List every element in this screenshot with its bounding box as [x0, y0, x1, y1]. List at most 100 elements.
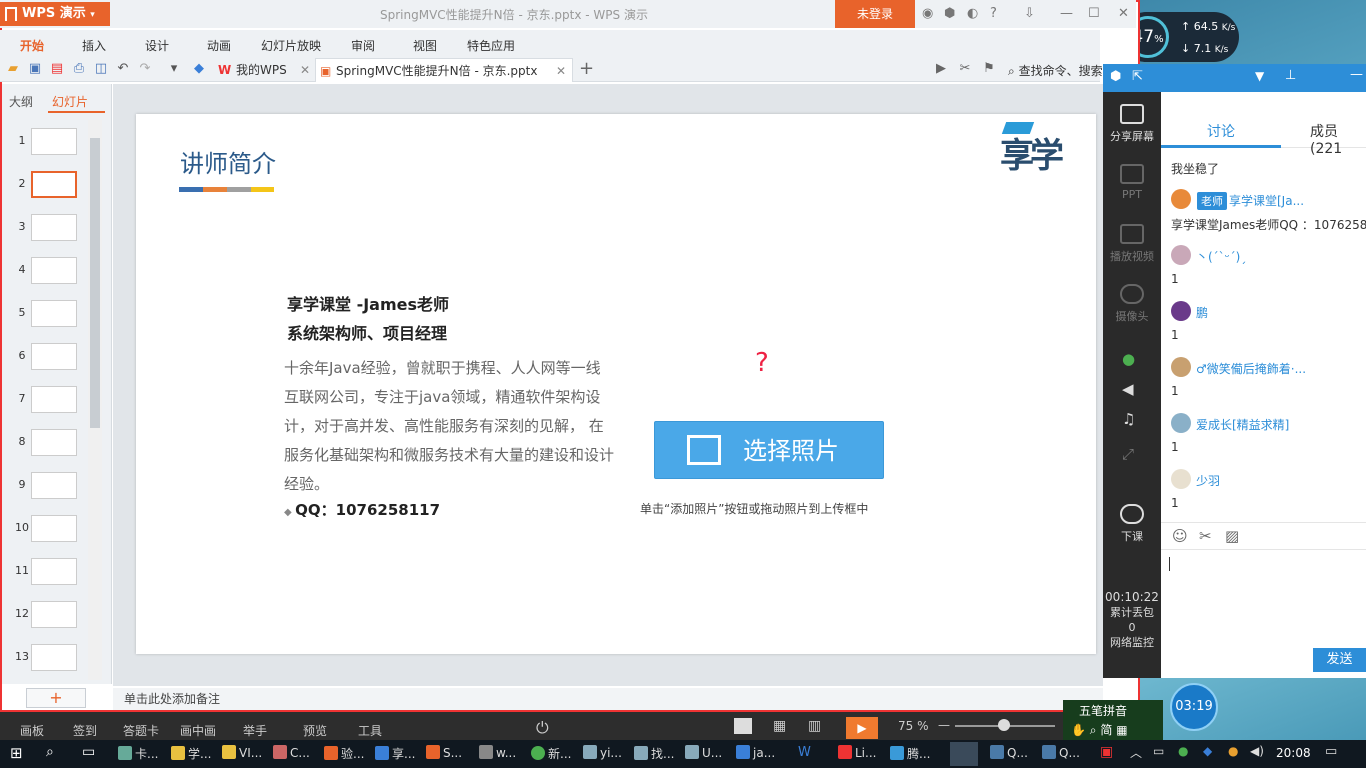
scissors-icon[interactable]: ✂ [1199, 527, 1212, 545]
share-screen-button[interactable]: 分享屏幕 [1103, 104, 1161, 144]
flag-icon[interactable]: ⚑ [981, 61, 997, 77]
notification-icon[interactable]: ▭ [1325, 744, 1337, 759]
shield-icon[interactable]: ◆ [1203, 744, 1212, 758]
microphone-icon[interactable]: ● [1122, 350, 1135, 368]
new-tab-icon[interactable]: + [579, 58, 594, 79]
tab-outline[interactable]: 大纲 [9, 93, 33, 110]
emoji-icon[interactable]: ☺ [1172, 527, 1188, 545]
status-item-pip[interactable]: 画中画 [180, 722, 216, 739]
taskbar-app[interactable]: S... [426, 745, 462, 760]
slide-thumbnail[interactable] [31, 386, 77, 413]
taskbar-app[interactable]: 找... [634, 745, 674, 762]
search-command[interactable]: ⌕ 查找命令、搜索 [1008, 62, 1103, 79]
slide-thumbnail[interactable] [31, 472, 77, 499]
chat-username[interactable]: 享学课堂[Ja... [1229, 192, 1304, 209]
chat-username[interactable]: 丶(ˊ`ᵕˊ)ˏ [1196, 248, 1246, 265]
menu-insert[interactable]: 插入 [82, 37, 106, 54]
zoom-slider-handle[interactable] [998, 719, 1010, 731]
fullscreen-icon[interactable]: ⤢ [1122, 445, 1134, 463]
download-icon[interactable]: ⇩ [1024, 6, 1035, 21]
tray-app-icon[interactable]: ● [1178, 744, 1188, 758]
menu-review[interactable]: 审阅 [351, 37, 375, 54]
slide-thumbnail[interactable] [31, 214, 77, 241]
taskbar-app[interactable]: Li... [838, 745, 876, 760]
share-out-icon[interactable]: ⇱ [1132, 69, 1143, 84]
minimize-icon[interactable]: — [1060, 6, 1073, 21]
chat-input[interactable] [1161, 551, 1366, 646]
slide-thumbnail[interactable] [31, 343, 77, 370]
status-item-tools[interactable]: 工具 [358, 722, 382, 739]
taskbar-app[interactable]: ja... [736, 745, 775, 760]
tab-document[interactable]: ▣ SpringMVC性能提升N倍 - 京东.pptx ✕ [315, 58, 573, 82]
menu-special[interactable]: 特色应用 [467, 37, 515, 54]
tray-expand-icon[interactable]: ︿ [1130, 744, 1142, 761]
volume-icon[interactable]: ◀) [1250, 744, 1264, 758]
avatar[interactable] [1171, 413, 1191, 433]
pin-icon[interactable]: ⊥ [1285, 68, 1296, 83]
login-button[interactable]: 未登录 [835, 0, 915, 28]
end-class-button[interactable]: 下课 [1103, 504, 1161, 544]
slide-thumbnail[interactable] [31, 515, 77, 542]
status-item-raise-hand[interactable]: 举手 [243, 722, 267, 739]
taskbar-app[interactable]: C... [273, 745, 310, 760]
menu-animation[interactable]: 动画 [207, 37, 231, 54]
speaker-icon[interactable]: ◀ [1122, 380, 1134, 398]
avatar[interactable] [1171, 469, 1191, 489]
feedback-icon[interactable]: ◐ [967, 6, 978, 21]
add-slide-button[interactable]: + [26, 688, 86, 708]
network-icon[interactable]: ▭ [1153, 744, 1164, 758]
slide-thumbnail[interactable] [31, 644, 77, 671]
chat-username[interactable]: 少羽 [1196, 472, 1220, 489]
word-icon[interactable]: W [798, 745, 811, 760]
normal-view-icon[interactable] [734, 718, 752, 734]
antivirus-icon[interactable]: ▣ [1100, 744, 1113, 760]
send-button[interactable]: 发送 [1313, 648, 1366, 672]
slide-thumbnail[interactable] [31, 601, 77, 628]
sorter-view-icon[interactable]: ▦ [773, 718, 786, 734]
slide-thumbnail[interactable] [31, 128, 77, 155]
play-video-button[interactable]: 播放视频 [1103, 224, 1161, 264]
play-slideshow-icon[interactable]: ▶ [846, 717, 878, 739]
minimize-panel-icon[interactable]: — [1350, 67, 1363, 82]
chat-username[interactable]: ♂微笑僃后掩飾着·... [1196, 360, 1306, 377]
status-item-signin[interactable]: 签到 [73, 722, 97, 739]
help-icon[interactable]: ? [990, 6, 997, 21]
screen-icon[interactable]: ▶ [933, 61, 949, 77]
ppt-button[interactable]: PPT [1103, 164, 1161, 201]
avatar[interactable] [1171, 357, 1191, 377]
status-item-drawing[interactable]: 画板 [20, 722, 44, 739]
print-icon[interactable]: ⎙ [71, 61, 87, 77]
lecturer-name[interactable]: 享学课堂 -James老师 系统架构师、项目经理 [287, 290, 449, 348]
slide-thumbnail[interactable] [31, 300, 77, 327]
taskbar-app[interactable]: Q... [1042, 745, 1080, 760]
taskbar-app[interactable]: yi... [583, 745, 622, 760]
task-view-icon[interactable]: ▭ [82, 744, 95, 760]
taskbar-app[interactable]: 新... [531, 745, 571, 762]
slide-thumbnail[interactable] [31, 429, 77, 456]
wps-app-menu[interactable]: WPS 演示 ▾ [0, 2, 110, 26]
choose-photo-button[interactable]: 选择照片 [654, 421, 884, 479]
taskbar-app[interactable]: 享... [375, 745, 415, 762]
taskbar-app[interactable]: w... [479, 745, 516, 760]
taskbar-app[interactable]: VI... [222, 745, 262, 760]
chat-username[interactable]: 爱成长[精益求精] [1196, 416, 1289, 433]
redo-icon[interactable]: ↷ [137, 61, 153, 77]
slide-title[interactable]: 讲师简介 [180, 144, 276, 179]
power-icon[interactable]: ⏻ [536, 718, 549, 738]
taskbar-clock[interactable]: 20:08 [1276, 746, 1311, 760]
cloud-icon[interactable]: ◆ [191, 61, 207, 77]
taskbar-app[interactable]: 验... [324, 745, 364, 762]
avatar[interactable] [1171, 301, 1191, 321]
taskbar-app[interactable]: 腾... [890, 745, 930, 762]
save-icon[interactable]: ▣ [27, 61, 43, 77]
taskbar-app[interactable]: Q... [990, 745, 1028, 760]
image-icon[interactable]: ▨ [1225, 527, 1239, 545]
maximize-icon[interactable]: ☐ [1088, 6, 1100, 21]
tool-icon[interactable]: ✂ [957, 61, 973, 77]
search-icon[interactable]: ⌕ [46, 744, 54, 760]
close-icon[interactable]: ✕ [1118, 6, 1129, 21]
tab-discussion[interactable]: 讨论 [1207, 121, 1235, 141]
avatar[interactable] [1171, 245, 1191, 265]
active-taskbar-app[interactable] [950, 742, 978, 766]
slide-thumbnail[interactable] [31, 257, 77, 284]
